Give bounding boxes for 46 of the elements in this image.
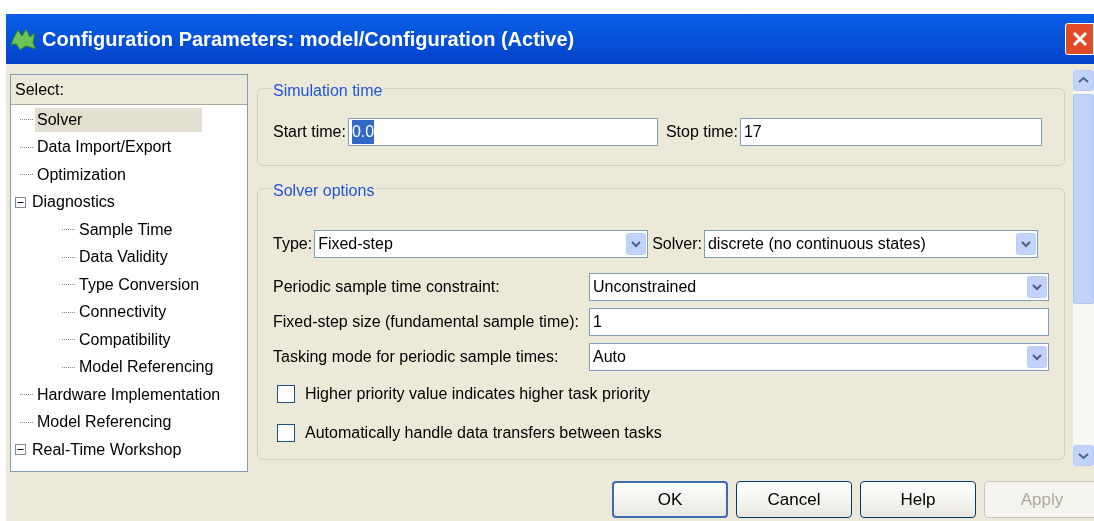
tree-item[interactable]: Sample Time <box>77 217 175 242</box>
close-icon <box>1070 30 1089 48</box>
checkbox[interactable] <box>277 423 295 442</box>
solver-dropdown[interactable]: discrete (no continuous states) <box>703 230 1038 258</box>
tree-item[interactable]: Diagnostics <box>30 190 117 215</box>
tree-item[interactable]: Real-Time Workshop <box>30 437 184 462</box>
tree-item[interactable]: Optimization <box>35 162 128 187</box>
scroll-up-icon <box>1073 70 1094 91</box>
tree-item[interactable]: Data Validity <box>77 245 170 270</box>
tree-header: Select: <box>11 75 247 105</box>
collapse-icon[interactable] <box>15 196 26 208</box>
checkbox-label: Higher priority value indicates higher task priority <box>305 383 651 404</box>
dialog-button[interactable]: OK <box>612 481 728 518</box>
start-time-field[interactable]: 0.0 <box>347 118 658 146</box>
field-label: Stop time: <box>665 122 738 142</box>
scroll-down-icon <box>1073 445 1094 466</box>
field-label: Tasking mode for periodic sample times: <box>273 346 560 367</box>
tree-item[interactable]: Type Conversion <box>77 272 202 297</box>
collapse-icon[interactable] <box>15 444 26 456</box>
tree-item[interactable]: Model Referencing <box>35 410 174 435</box>
close-button[interactable] <box>1065 23 1094 55</box>
tree-item[interactable]: Model Referencing <box>77 355 216 380</box>
checkbox[interactable] <box>277 384 295 403</box>
checkbox-label: Automatically handle data transfers between tasks <box>305 422 662 443</box>
dialog-button[interactable]: Cancel <box>736 481 852 518</box>
field-label: Type: <box>273 234 313 254</box>
stop-time-field[interactable]: 17 <box>739 118 1042 146</box>
scrollbar[interactable] <box>1073 70 1094 466</box>
field-label: Solver: <box>652 234 702 254</box>
dropdown[interactable]: Unconstrained <box>589 272 1049 301</box>
field-value: 0.0 <box>351 120 375 144</box>
tree-item[interactable]: Connectivity <box>77 300 169 325</box>
dropdown[interactable]: Auto <box>589 342 1049 371</box>
field-label: Fixed-step size (fundamental sample time): <box>273 311 580 332</box>
scroll-thumb[interactable] <box>1073 94 1094 304</box>
tree-item[interactable]: Compatibility <box>77 327 173 352</box>
dialog-button[interactable]: Help <box>860 481 976 518</box>
field-label: Start time: <box>273 122 346 142</box>
app-icon <box>10 27 38 51</box>
tree-item[interactable]: Solver <box>35 107 203 132</box>
type-dropdown[interactable]: Fixed-step <box>314 230 649 258</box>
input-field[interactable]: 1 <box>589 307 1049 336</box>
tree-item[interactable]: Hardware Implementation <box>35 382 223 407</box>
field-label: Periodic sample time constraint: <box>273 276 501 297</box>
window-title: Configuration Parameters: model/Configuration (Active) <box>42 27 575 52</box>
tree-item[interactable]: Data Import/Export <box>35 135 174 160</box>
